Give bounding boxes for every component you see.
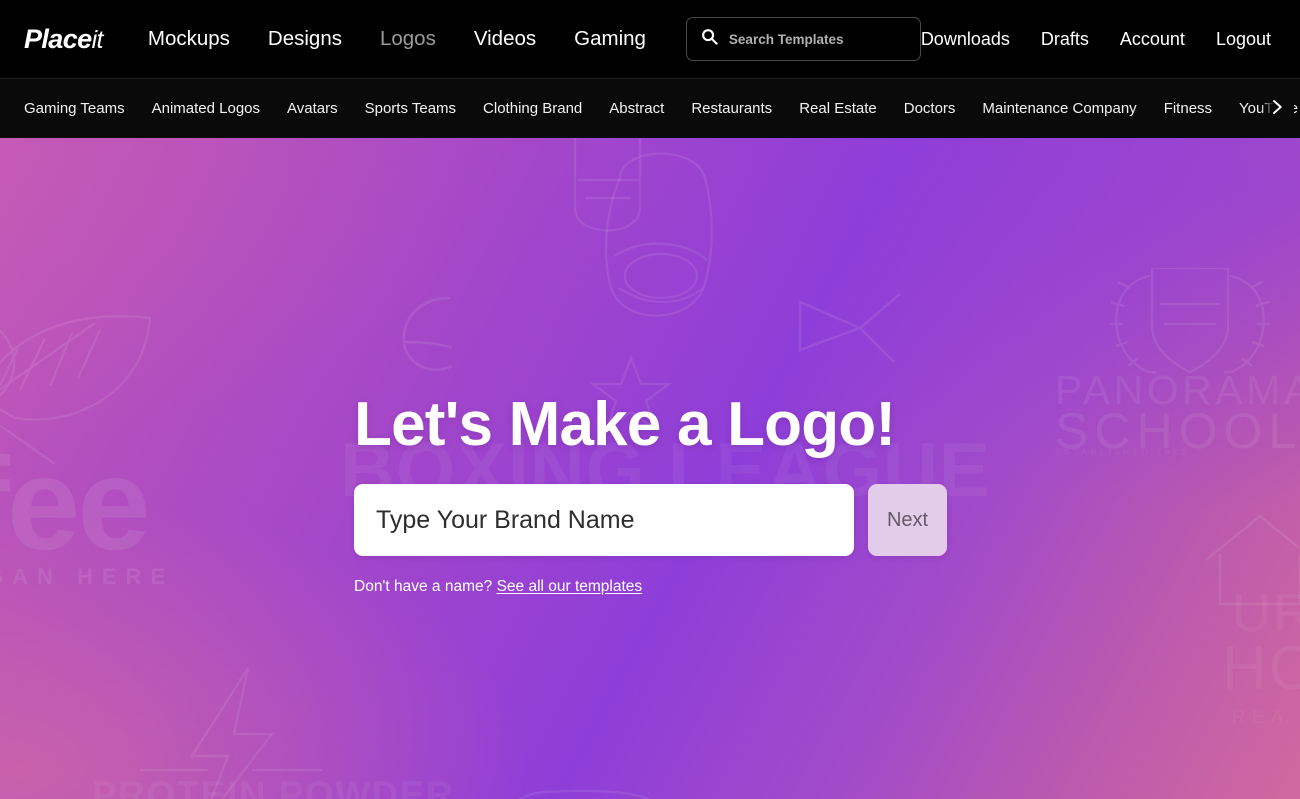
category-real-estate[interactable]: Real Estate <box>799 101 877 116</box>
school-watermark-text: SCHOOL <box>1055 403 1300 459</box>
logo-text-bold: Place <box>24 23 92 54</box>
home-watermark-text: HO <box>1222 634 1300 703</box>
see-all-templates-link[interactable]: See all our templates <box>497 578 643 595</box>
begin-here-watermark-text: GAN HERE <box>0 564 175 589</box>
page-title: Let's Make a Logo! <box>354 390 896 459</box>
nav-item-designs[interactable]: Designs <box>268 28 342 50</box>
school-crest-watermark-icon <box>1110 268 1270 374</box>
category-restaurants[interactable]: Restaurants <box>691 101 772 116</box>
school-tagline-watermark-text: ESTABLISHED 1923 <box>1055 447 1189 457</box>
hero-content: Let's Make a Logo! Next Don't have a nam… <box>354 138 954 595</box>
baguette-watermark-icon <box>518 789 651 799</box>
category-clothing-brand[interactable]: Clothing Brand <box>483 101 582 116</box>
category-nav-bar: Gaming Teams Animated Logos Avatars Spor… <box>0 78 1300 138</box>
search-box[interactable] <box>685 17 921 61</box>
account-nav: Downloads Drafts Account Logout <box>921 30 1276 48</box>
nav-item-videos[interactable]: Videos <box>474 28 536 50</box>
category-animated-logos[interactable]: Animated Logos <box>152 101 260 116</box>
nav-item-account[interactable]: Account <box>1120 30 1185 48</box>
category-scroll-right-button[interactable] <box>1260 79 1294 138</box>
brand-name-form: Next <box>354 484 954 556</box>
primary-nav: Mockups Designs Logos Videos Gaming <box>148 28 646 50</box>
coffee-watermark-text: fee <box>0 430 151 577</box>
hero-subtext-label: Don't have a name? <box>354 578 493 595</box>
category-sports-teams[interactable]: Sports Teams <box>365 101 456 116</box>
category-maintenance-company[interactable]: Maintenance Company <box>982 101 1136 116</box>
next-button[interactable]: Next <box>868 484 947 556</box>
category-doctors[interactable]: Doctors <box>904 101 956 116</box>
nav-item-gaming[interactable]: Gaming <box>574 28 646 50</box>
nav-item-mockups[interactable]: Mockups <box>148 28 230 50</box>
top-navigation-bar: Placeit Mockups Designs Logos Videos Gam… <box>0 0 1300 78</box>
realty-watermark-text: REA <box>1232 707 1291 727</box>
hero-subtext: Don't have a name? See all our templates <box>354 579 954 595</box>
urban-watermark-text: UR <box>1232 583 1300 643</box>
nav-item-logout[interactable]: Logout <box>1216 30 1271 48</box>
coffee-leaf-watermark-icon <box>0 315 152 465</box>
search-icon <box>701 28 718 50</box>
placeit-logo[interactable]: Placeit <box>24 23 104 54</box>
hero-section: fee GAN HERE BOXING LEAGUE FOR FIGHTERS <box>0 138 1300 799</box>
category-abstract[interactable]: Abstract <box>609 101 664 116</box>
category-avatars[interactable]: Avatars <box>287 101 338 116</box>
protein-powder-watermark-text: PROTEIN POWDER <box>92 774 455 799</box>
category-gaming-teams[interactable]: Gaming Teams <box>24 101 125 116</box>
logo-text-light: it <box>91 25 104 54</box>
chevron-right-icon <box>1268 98 1286 121</box>
search-input[interactable] <box>728 31 906 47</box>
nav-item-downloads[interactable]: Downloads <box>921 30 1010 48</box>
brand-name-input[interactable] <box>354 484 854 556</box>
placeit-logo-maker-page: Placeit Mockups Designs Logos Videos Gam… <box>0 0 1300 799</box>
nav-item-drafts[interactable]: Drafts <box>1041 30 1089 48</box>
category-fitness[interactable]: Fitness <box>1164 101 1212 116</box>
nav-item-logos[interactable]: Logos <box>380 28 436 50</box>
house-watermark-icon <box>1205 514 1300 606</box>
protein-bolt-watermark-icon <box>140 667 322 799</box>
panorama-watermark-text: PANORAMA <box>1055 367 1300 413</box>
